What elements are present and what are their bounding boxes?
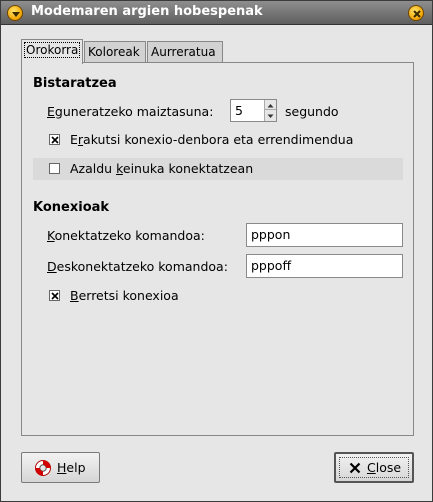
x-close-icon [349, 462, 361, 477]
tab-orokorra[interactable]: Orokorra [21, 39, 83, 64]
connect-command-label: Konektatzeko komandoa: [47, 228, 205, 243]
blink-checkbox[interactable] [49, 163, 60, 174]
title-bar[interactable]: Modemaren argien hobespenak [1, 1, 432, 25]
update-frequency-spinner[interactable]: 5 [230, 99, 277, 122]
show-connection-label: Erakutsi konexio-denbora eta errendimend… [70, 132, 354, 147]
close-button[interactable]: Close [334, 452, 414, 483]
disconnect-command-label: Deskonektatzeko komandoa: [47, 259, 228, 274]
spin-down-icon[interactable] [265, 110, 276, 120]
display-heading: Bistaratzea [33, 76, 117, 91]
tab-aurreratua[interactable]: Aurreratua [147, 41, 223, 63]
confirm-connection-checkbox[interactable] [49, 290, 60, 301]
tab-koloreak[interactable]: Koloreak [84, 41, 146, 63]
update-frequency-value[interactable]: 5 [235, 103, 243, 118]
help-button-label: Help [57, 460, 86, 475]
window-menu-icon[interactable] [7, 5, 23, 21]
show-connection-row[interactable]: Erakutsi konexio-denbora eta errendimend… [33, 129, 403, 151]
disconnect-command-field[interactable]: pppoff [246, 254, 403, 278]
show-connection-checkbox[interactable] [49, 134, 60, 145]
help-button[interactable]: Help [21, 452, 100, 483]
lifebuoy-icon [34, 459, 52, 480]
update-frequency-label: Eguneratzeko maiztasuna: [47, 104, 214, 119]
update-unit-label: segundo [285, 104, 339, 119]
preferences-dialog: Modemaren argien hobespenak Orokorra Kol… [0, 0, 433, 502]
connection-heading: Konexioak [33, 200, 110, 215]
spin-up-icon[interactable] [265, 100, 276, 110]
confirm-connection-row[interactable]: Berretsi konexioa [33, 285, 403, 307]
blink-row[interactable]: Azaldu keinuka konektatzean [33, 158, 403, 180]
close-button-label: Close [367, 460, 402, 475]
confirm-connection-label: Berretsi konexioa [70, 288, 179, 303]
window-title: Modemaren argien hobespenak [31, 4, 263, 19]
connect-command-field[interactable]: pppon [246, 223, 403, 247]
blink-label: Azaldu keinuka konektatzean [70, 161, 254, 176]
close-icon[interactable] [408, 5, 424, 21]
